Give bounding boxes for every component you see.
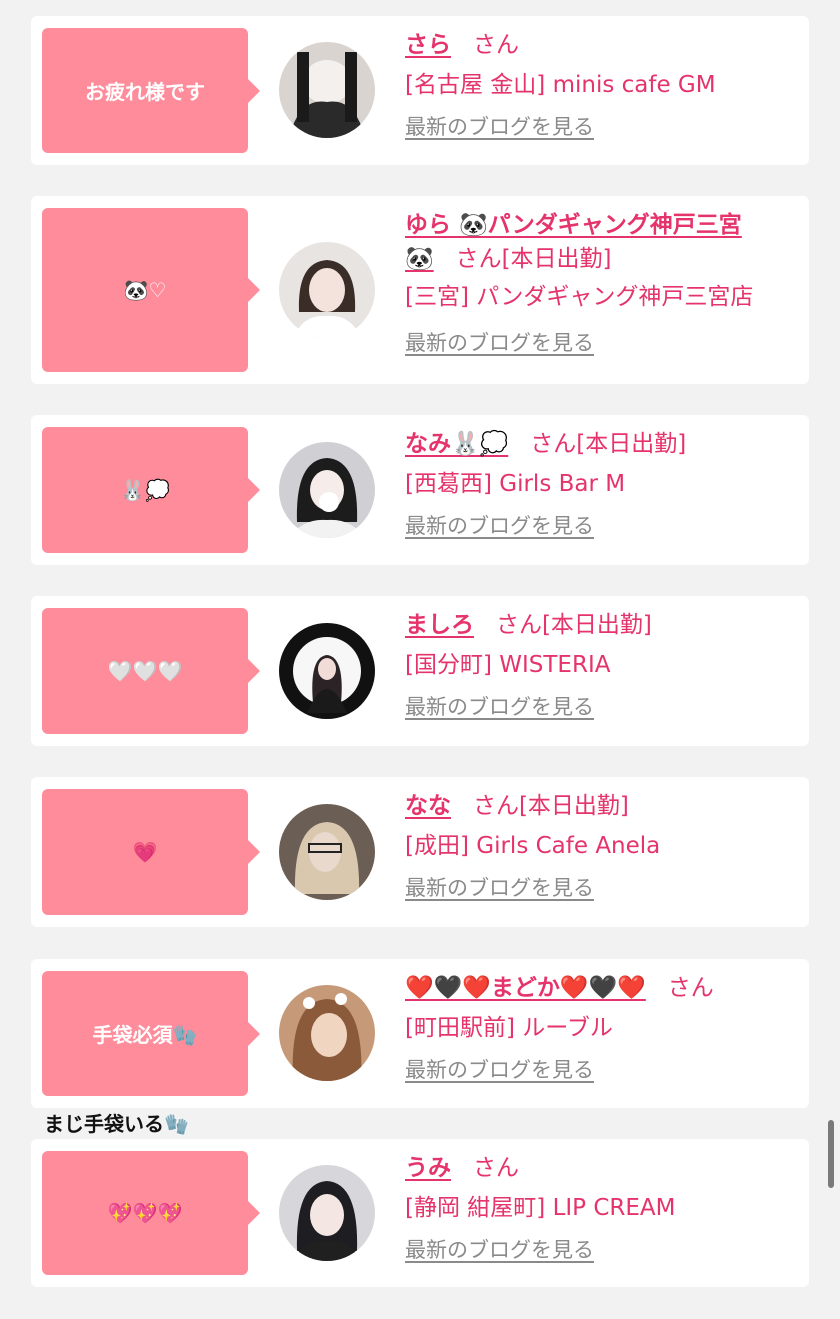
post-card: 🐼♡ ゆら 🐼パンダギャング神戸三宮 🐼 さん[本日出勤] [三宮] パンダギャ… (31, 196, 809, 384)
entry-info: ゆら 🐼パンダギャング神戸三宮 🐼 さん[本日出勤] [三宮] パンダギャング神… (405, 208, 799, 360)
post-card: お疲れ様です さら さん [名古屋 金山] minis cafe GM 最新のブ… (31, 16, 809, 165)
blog-link[interactable]: 最新のブログを見る (405, 115, 594, 139)
blog-link[interactable]: 最新のブログを見る (405, 876, 594, 900)
message-bubble: 🐰💭 (42, 427, 260, 553)
scrollbar[interactable] (828, 1120, 834, 1188)
honorific: さん (495, 612, 542, 638)
message-text: 🤍🤍🤍 (107, 659, 183, 683)
message-text: 🐼♡ (123, 278, 167, 302)
girl-name-link-cont[interactable]: 🐼 (405, 246, 434, 272)
avatar[interactable] (279, 242, 375, 338)
message-bubble: 🐼♡ (42, 208, 260, 372)
entry-info: うみ さん [静岡 紺屋町] LIP CREAM 最新のブログを見る (405, 1151, 799, 1267)
message-bubble: 💖💖💖 (42, 1151, 260, 1275)
message-text: お疲れ様です (85, 80, 205, 104)
blog-link[interactable]: 最新のブログを見る (405, 514, 594, 538)
honorific: さん (472, 793, 519, 819)
avatar[interactable] (279, 623, 375, 719)
blog-link[interactable]: 最新のブログを見る (405, 695, 594, 719)
girl-name-link[interactable]: さら (405, 32, 451, 58)
status-label: [本日出勤] (576, 431, 687, 457)
post-card: 🤍🤍🤍 ましろ さん[本日出勤] [国分町] WISTERIA 最新のブログを見… (31, 596, 809, 746)
girl-name-link[interactable]: なみ🐰💭 (405, 431, 508, 457)
honorific: さん (530, 431, 577, 457)
girl-name-link[interactable]: ましろ (405, 612, 474, 638)
message-bubble: 手袋必須🧤 (42, 971, 260, 1096)
avatar[interactable] (279, 442, 375, 538)
avatar[interactable] (279, 804, 375, 900)
shop-label: [三宮] パンダギャング神戸三宮店 (405, 284, 754, 310)
status-label: [本日出勤] (501, 246, 612, 272)
avatar[interactable] (279, 1165, 375, 1261)
honorific: さん (667, 975, 714, 1001)
shop-label: [町田駅前] ルーブル (405, 1015, 613, 1041)
honorific: さん (472, 32, 519, 58)
girl-name-link[interactable]: なな (405, 793, 451, 819)
girl-name-link[interactable]: ❤️🖤❤️まどか❤️🖤❤️ (405, 975, 646, 1001)
blog-link[interactable]: 最新のブログを見る (405, 1058, 594, 1082)
message-text: 🐰💭 (120, 478, 170, 502)
shop-label: [静岡 紺屋町] LIP CREAM (405, 1195, 676, 1221)
shop-label: [国分町] WISTERIA (405, 652, 611, 678)
avatar[interactable] (279, 42, 375, 138)
shop-label: [名古屋 金山] minis cafe GM (405, 72, 716, 98)
post-card: 💗 なな さん[本日出勤] [成田] Girls Cafe Anela 最新のブ… (31, 777, 809, 927)
honorific: さん (455, 246, 502, 272)
message-bubble: お疲れ様です (42, 28, 260, 153)
status-label: [本日出勤] (541, 612, 652, 638)
message-bubble: 🤍🤍🤍 (42, 608, 260, 734)
honorific: さん (472, 1155, 519, 1181)
message-bubble: 💗 (42, 789, 260, 915)
post-card: 💖💖💖 うみ さん [静岡 紺屋町] LIP CREAM 最新のブログを見る (31, 1139, 809, 1287)
girl-name-link[interactable]: うみ (405, 1155, 451, 1181)
comment-note: まじ手袋いる🧤 (44, 1112, 189, 1136)
blog-link[interactable]: 最新のブログを見る (405, 331, 594, 355)
entry-info: ましろ さん[本日出勤] [国分町] WISTERIA 最新のブログを見る (405, 608, 799, 724)
post-card: 🐰💭 なみ🐰💭 さん[本日出勤] [西葛西] Girls Bar M 最新のブロ… (31, 415, 809, 565)
girl-name-link[interactable]: ゆら 🐼パンダギャング神戸三宮 (405, 212, 742, 238)
entry-info: ❤️🖤❤️まどか❤️🖤❤️ さん [町田駅前] ルーブル 最新のブログを見る (405, 971, 799, 1087)
shop-label: [西葛西] Girls Bar M (405, 471, 626, 497)
message-text: 手袋必須🧤 (92, 1023, 198, 1047)
entry-info: なみ🐰💭 さん[本日出勤] [西葛西] Girls Bar M 最新のブログを見… (405, 427, 799, 543)
blog-link[interactable]: 最新のブログを見る (405, 1238, 594, 1262)
entry-info: なな さん[本日出勤] [成田] Girls Cafe Anela 最新のブログ… (405, 789, 799, 905)
shop-label: [成田] Girls Cafe Anela (405, 833, 661, 859)
status-label: [本日出勤] (518, 793, 629, 819)
post-card: 手袋必須🧤 ❤️🖤❤️まどか❤️🖤❤️ さん [町田駅前] ルーブル 最新のブロ… (31, 959, 809, 1108)
message-text: 💗 (132, 840, 158, 864)
avatar[interactable] (279, 985, 375, 1081)
entry-info: さら さん [名古屋 金山] minis cafe GM 最新のブログを見る (405, 28, 799, 144)
message-text: 💖💖💖 (107, 1201, 183, 1225)
